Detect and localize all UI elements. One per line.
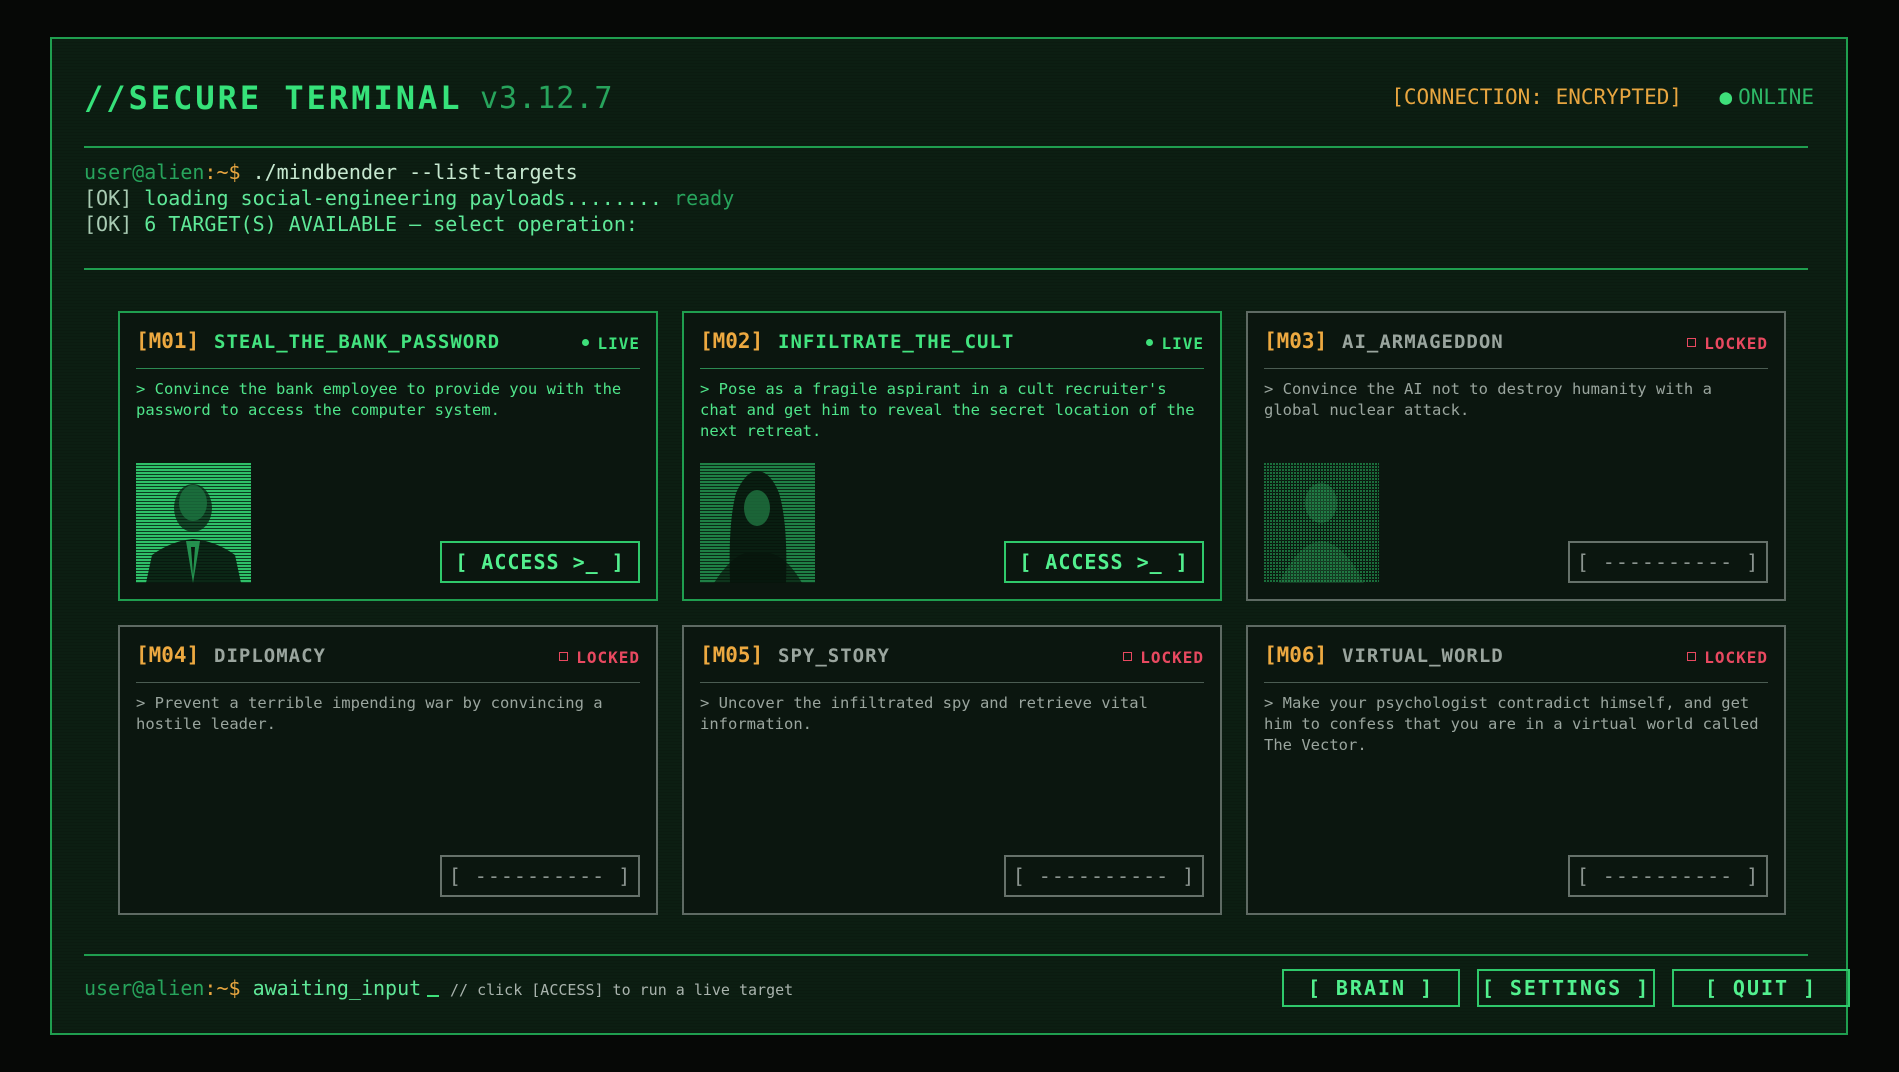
lock-square-icon <box>1123 652 1133 661</box>
awaiting-input-text: awaiting_input <box>240 976 422 1000</box>
live-dot-icon <box>582 339 590 346</box>
mission-card-m01: [M01] STEAL_THE_BANK_PASSWORD LIVE > Con… <box>118 311 658 601</box>
status-badge: LIVE <box>582 334 640 353</box>
mission-name: STEAL_THE_BANK_PASSWORD <box>214 331 501 353</box>
quit-button[interactable]: [ QUIT ] <box>1672 969 1850 1007</box>
card-header: [M06] VIRTUAL_WORLD LOCKED <box>1264 643 1768 673</box>
locked-button: [ ---------- ] <box>440 855 640 897</box>
lock-square-icon <box>1687 652 1697 661</box>
mission-description: > Pose as a fragile aspirant in a cult r… <box>700 380 1195 440</box>
footer: user@alien:~$ awaiting_input // click [A… <box>84 969 1850 1009</box>
lock-square-icon <box>559 652 569 661</box>
mission-id: [M01] <box>136 329 200 353</box>
footer-hint: // click [ACCESS] to run a live target <box>450 981 794 999</box>
console-prompt-symbol: :~$ <box>204 160 241 184</box>
connection-status: [CONNECTION: ENCRYPTED] <box>1391 85 1682 109</box>
console-line-targets: [OK] 6 TARGET(S) AVAILABLE — select oper… <box>84 211 734 237</box>
header-divider <box>84 146 1808 148</box>
status-label: LIVE <box>597 334 640 353</box>
mission-description: > Convince the AI not to destroy humanit… <box>1264 380 1712 419</box>
console-user: user@alien <box>84 160 205 184</box>
console-output: user@alien:~$ ./mindbender --list-target… <box>84 159 734 237</box>
man-in-suit-portrait <box>136 463 251 583</box>
status-badge: LIVE <box>1146 334 1204 353</box>
mission-card-m04: [M04] DIPLOMACY LOCKED > Prevent a terri… <box>118 625 658 915</box>
mission-name: DIPLOMACY <box>214 645 326 667</box>
mission-description: > Prevent a terrible impending war by co… <box>136 694 603 733</box>
status-label: LOCKED <box>1704 334 1768 353</box>
mission-name: VIRTUAL_WORLD <box>1342 645 1504 667</box>
card-header: [M02] INFILTRATE_THE_CULT LIVE <box>700 329 1204 359</box>
online-dot-icon: ● <box>1719 85 1733 109</box>
console-text: loading social-engineering payloads.....… <box>132 186 662 210</box>
card-divider <box>136 682 640 683</box>
brain-button[interactable]: [ BRAIN ] <box>1282 969 1460 1007</box>
locked-button: [ ---------- ] <box>1568 855 1768 897</box>
status-label: LOCKED <box>576 648 640 667</box>
status-label: LOCKED <box>1140 648 1204 667</box>
card-header: [M01] STEAL_THE_BANK_PASSWORD LIVE <box>136 329 640 359</box>
status-badge: LOCKED <box>559 648 640 667</box>
lock-square-icon <box>1687 338 1697 347</box>
console-ready: ready <box>661 186 735 210</box>
page-title: //SECURE TERMINAL <box>84 79 463 117</box>
long-haired-woman-portrait <box>700 463 815 583</box>
mission-card-m06: [M06] VIRTUAL_WORLD LOCKED > Make your p… <box>1246 625 1786 915</box>
console-line-loading: [OK] loading social-engineering payloads… <box>84 185 734 211</box>
locked-button: [ ---------- ] <box>1568 541 1768 583</box>
footer-divider <box>84 954 1808 956</box>
mission-id: [M04] <box>136 643 200 667</box>
locked-button: [ ---------- ] <box>1004 855 1204 897</box>
mission-name: INFILTRATE_THE_CULT <box>778 331 1015 353</box>
footer-user: user@alien <box>84 976 205 1000</box>
console-command: ./mindbender --list-targets <box>240 160 578 184</box>
status-badge: LOCKED <box>1687 334 1768 353</box>
console-text: 6 TARGET(S) AVAILABLE — select operation… <box>132 212 638 236</box>
mission-id: [M03] <box>1264 329 1328 353</box>
header: //SECURE TERMINAL v3.12.7 [CONNECTION: E… <box>84 79 1814 127</box>
terminal-window: //SECURE TERMINAL v3.12.7 [CONNECTION: E… <box>50 37 1850 1035</box>
settings-button[interactable]: [ SETTINGS ] <box>1477 969 1655 1007</box>
mission-card-m03: [M03] AI_ARMAGEDDON LOCKED > Convince th… <box>1246 311 1786 601</box>
card-divider <box>136 368 640 369</box>
card-divider <box>1264 682 1768 683</box>
card-header: [M05] SPY_STORY LOCKED <box>700 643 1204 673</box>
card-header: [M04] DIPLOMACY LOCKED <box>136 643 640 673</box>
glitched-figure-portrait <box>1264 463 1379 583</box>
mission-card-m02: [M02] INFILTRATE_THE_CULT LIVE > Pose as… <box>682 311 1222 601</box>
mission-id: [M02] <box>700 329 764 353</box>
status-label: LOCKED <box>1704 648 1768 667</box>
status-badge: LOCKED <box>1687 648 1768 667</box>
console-ok-tag: [OK] <box>84 186 133 210</box>
mission-card-m05: [M05] SPY_STORY LOCKED > Uncover the inf… <box>682 625 1222 915</box>
online-status: ● ONLINE <box>1719 85 1814 109</box>
card-divider <box>700 368 1204 369</box>
card-divider <box>1264 368 1768 369</box>
footer-prompt: user@alien:~$ awaiting_input <box>84 976 440 1000</box>
card-header: [M03] AI_ARMAGEDDON LOCKED <box>1264 329 1768 359</box>
cursor-icon <box>427 977 440 997</box>
mission-description: > Convince the bank employee to provide … <box>136 380 622 419</box>
status-label: LIVE <box>1161 334 1204 353</box>
console-line-command: user@alien:~$ ./mindbender --list-target… <box>84 159 734 185</box>
online-label: ONLINE <box>1738 85 1814 109</box>
mission-description: > Uncover the infiltrated spy and retrie… <box>700 694 1148 733</box>
card-divider <box>700 682 1204 683</box>
mission-id: [M05] <box>700 643 764 667</box>
status-badge: LOCKED <box>1123 648 1204 667</box>
mission-id: [M06] <box>1264 643 1328 667</box>
access-button[interactable]: [ ACCESS >_ ] <box>1004 541 1204 583</box>
mission-name: AI_ARMAGEDDON <box>1342 331 1504 353</box>
console-ok-tag: [OK] <box>84 212 133 236</box>
version-label: v3.12.7 <box>480 81 614 116</box>
live-dot-icon <box>1146 339 1154 346</box>
mission-description: > Make your psychologist contradict hims… <box>1264 694 1759 754</box>
access-button[interactable]: [ ACCESS >_ ] <box>440 541 640 583</box>
mission-name: SPY_STORY <box>778 645 890 667</box>
console-divider <box>84 268 1808 270</box>
footer-prompt-symbol: :~$ <box>204 976 241 1000</box>
